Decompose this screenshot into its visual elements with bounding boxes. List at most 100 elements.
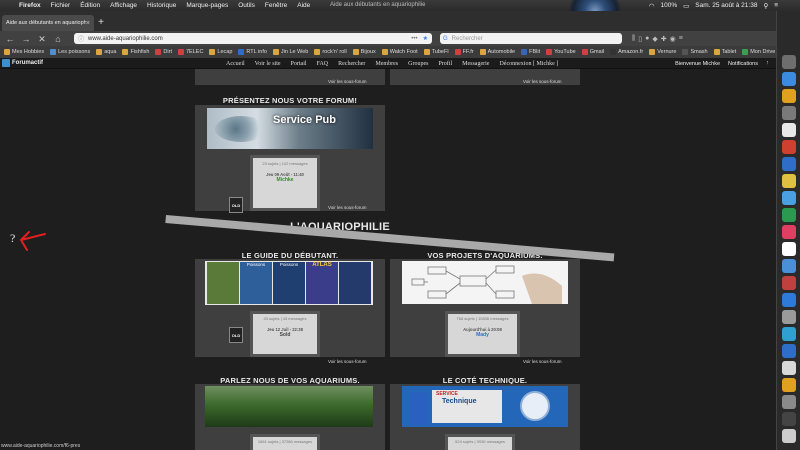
bookmark-item[interactable]: FBlit [521, 49, 540, 55]
forum-banner-presentez[interactable]: Service Pub [207, 108, 373, 149]
search-engine-icon[interactable]: G [443, 36, 448, 42]
notes-icon[interactable] [782, 89, 796, 103]
spotlight-icon[interactable]: ⚲ [763, 2, 768, 10]
stop-button[interactable]: ✕ [36, 33, 48, 45]
forum-banner-technique[interactable]: SERVICE Technique [402, 386, 568, 427]
mail-icon[interactable] [782, 157, 796, 171]
trash-icon[interactable] [782, 429, 796, 443]
bookmark-item[interactable]: 7ELEC [177, 49, 203, 55]
nav-voir-le-site[interactable]: Voir le site [250, 61, 286, 67]
archive-icon[interactable] [782, 395, 796, 409]
bookmark-star-icon[interactable]: ★ [423, 35, 428, 42]
books-icon[interactable] [782, 276, 796, 290]
bookmark-item[interactable]: Fishfish [122, 49, 149, 55]
scroll-up-button[interactable]: ↑ [766, 59, 774, 67]
forum-banner-projets[interactable] [402, 261, 568, 304]
bookmark-item[interactable]: Les poissons [50, 49, 90, 55]
last-post-user[interactable]: Sold [253, 332, 317, 338]
forum-banner-guide[interactable]: Poissons Poissons ATLAS [205, 261, 373, 305]
bookmark-item[interactable]: Tablet [713, 49, 736, 55]
menu-edition[interactable]: Édition [75, 2, 105, 9]
finder-icon[interactable] [782, 55, 796, 69]
last-post-user[interactable]: Mady [448, 332, 517, 338]
menu-marque-pages[interactable]: Marque-pages [181, 2, 233, 9]
menu-hamburger-icon[interactable]: ≡ [679, 35, 683, 43]
menu-fenetre[interactable]: Fenêtre [260, 2, 292, 9]
bookmark-item[interactable]: FF.fr [454, 49, 474, 55]
menu-affichage[interactable]: Affichage [105, 2, 142, 9]
voir-sous-forum-link[interactable]: Voir les sous-forum [328, 359, 367, 364]
menu-firefox[interactable]: Firefox [14, 2, 46, 9]
wifi-icon[interactable]: ◠ [649, 2, 655, 10]
new-tab-button[interactable]: + [94, 15, 108, 31]
url-bar[interactable]: ⓘ www.aide-aquariophilie.com ••• ★ [74, 33, 432, 44]
forward-button[interactable]: → [20, 33, 32, 45]
stickies-icon[interactable] [782, 174, 796, 188]
datetime[interactable]: Sam. 25 août à 21:38 [695, 2, 757, 9]
safari-icon[interactable] [782, 72, 796, 86]
launchpad-icon[interactable] [782, 106, 796, 120]
menu-historique[interactable]: Historique [142, 2, 181, 9]
nav-profil[interactable]: Profil [433, 61, 457, 67]
bookmark-item[interactable]: Dirt [155, 49, 172, 55]
menu-aide[interactable]: Aide [292, 2, 315, 9]
nav-portail[interactable]: Portail [286, 61, 312, 67]
folder-icon[interactable] [782, 412, 796, 426]
skype-icon[interactable] [782, 293, 796, 307]
music-icon[interactable] [782, 225, 796, 239]
info-icon[interactable]: ⓘ [78, 34, 84, 43]
notifications-link[interactable]: Notifications [728, 61, 758, 67]
bookmark-item[interactable]: rock'n' roll [314, 49, 347, 55]
voir-sous-forum-link[interactable]: Voir les sous-forum [523, 79, 562, 84]
welcome-user[interactable]: Bienvenue Michke [675, 61, 720, 67]
library-icon[interactable]: ⫼ [632, 35, 635, 43]
voir-sous-forum-link[interactable]: Voir les sous-forum [523, 359, 562, 364]
last-post-user[interactable]: Michke [253, 177, 317, 183]
photos-icon[interactable] [782, 327, 796, 341]
search-input[interactable]: G Rechercher [440, 33, 622, 44]
nav-membres[interactable]: Membres [370, 61, 403, 67]
sidebar-icon[interactable]: ▯ [638, 35, 642, 43]
url-text[interactable]: www.aide-aquariophilie.com [88, 36, 411, 42]
bookmark-item[interactable]: Lecap [209, 49, 232, 55]
extension-icon-1[interactable]: ● [645, 35, 649, 43]
bookmark-item[interactable]: TubeFl [423, 49, 449, 55]
bookmark-item[interactable]: Vernure [649, 49, 676, 55]
telegram-icon[interactable] [782, 344, 796, 358]
bookmark-item[interactable]: Automobile [479, 49, 515, 55]
bookmark-item[interactable]: Jin Le Web [272, 49, 308, 55]
firefox-icon[interactable] [782, 140, 796, 154]
nav-accueil[interactable]: Accueil [221, 61, 250, 67]
bookmark-item[interactable]: RTL info [238, 49, 267, 55]
bookmark-item[interactable]: Smash [682, 49, 708, 55]
tab-close-icon[interactable]: × [86, 20, 90, 27]
vlc-icon[interactable] [782, 378, 796, 392]
preview-icon[interactable] [782, 123, 796, 137]
forum-title-presentez[interactable]: PRÉSENTEZ NOUS VOTRE FORUM! [195, 96, 385, 105]
menu-fichier[interactable]: Fichier [46, 2, 76, 9]
battery-icon[interactable]: ▭ [683, 2, 689, 10]
nav-rechercher[interactable]: Rechercher [333, 61, 370, 67]
bookmark-item[interactable]: Mes Hobbies [4, 49, 44, 55]
nav-messagerie[interactable]: Messagerie [457, 61, 494, 67]
voir-sous-forum-link[interactable]: Voir les sous-forum [328, 79, 367, 84]
messages-icon[interactable] [782, 191, 796, 205]
menu-outils[interactable]: Outils [233, 2, 260, 9]
extension-icon-2[interactable]: ◆ [652, 35, 657, 43]
calendar-icon[interactable] [782, 242, 796, 256]
facetime-icon[interactable] [782, 208, 796, 222]
nav-groupes[interactable]: Groupes [403, 61, 433, 67]
extension-icon-4[interactable]: ◉ [670, 35, 676, 43]
bookmark-item[interactable]: Bijoux [352, 49, 376, 55]
back-button[interactable]: ← [4, 33, 16, 45]
textedit-icon[interactable] [782, 361, 796, 375]
forum-banner-parlez[interactable] [205, 386, 373, 427]
bookmark-item[interactable]: aqua [96, 49, 116, 55]
bookmark-item[interactable]: Amazon.fr [610, 49, 643, 55]
bookmark-item[interactable]: Watch Foot [381, 49, 418, 55]
bookmark-item[interactable]: Mon Drive [742, 49, 775, 55]
bookmark-item[interactable]: Gmail [581, 49, 604, 55]
preferences-icon[interactable] [782, 310, 796, 324]
voir-sous-forum-link[interactable]: Voir les sous-forum [328, 205, 367, 210]
tab-active[interactable]: Aide aux débutants en aquariophilie × [2, 15, 94, 31]
